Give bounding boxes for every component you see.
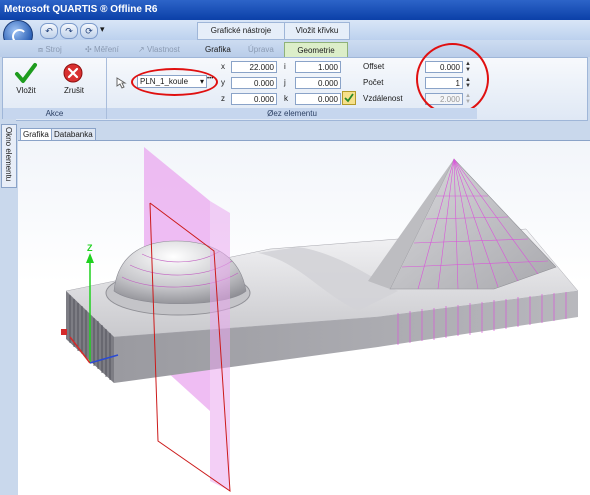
cancel-icon xyxy=(63,63,83,83)
graphics-viewport[interactable]: Z xyxy=(18,140,590,495)
property-icon: ↗ xyxy=(138,45,147,54)
apply-vector-icon[interactable] xyxy=(342,91,356,105)
element-window-tab[interactable]: Okno elementu xyxy=(1,124,17,188)
origin-marker xyxy=(61,329,67,335)
refresh-icon[interactable]: ⟳ xyxy=(80,23,98,39)
tab-edit[interactable]: Úprava xyxy=(248,42,274,57)
j-label: j xyxy=(284,78,286,87)
cad-model-view: Z xyxy=(61,147,579,493)
cancel-button[interactable]: Zrušit xyxy=(56,86,92,95)
i-label: i xyxy=(284,62,286,71)
group-label-actions: Akce xyxy=(3,108,106,119)
offset-label: Offset xyxy=(363,62,385,71)
group-label-section: Øez elementu xyxy=(107,108,477,119)
x-label: x xyxy=(221,62,225,71)
context-tab-graphic-tools[interactable]: Grafické nástroje xyxy=(197,22,285,40)
j-field[interactable]: 0.000 xyxy=(295,77,341,89)
annotation-ellipse-plane xyxy=(131,68,218,96)
redo-icon[interactable]: ↷ xyxy=(60,23,78,39)
x-field[interactable]: 22.000 xyxy=(231,61,277,73)
tab-geometry[interactable]: Geometrie xyxy=(284,42,348,58)
z-axis-arrow xyxy=(86,253,94,263)
window-title: Metrosoft QUARTIS ® Offline R6 xyxy=(4,4,158,15)
title-bar: Metrosoft QUARTIS ® Offline R6 xyxy=(0,0,590,20)
tab-measurement[interactable]: ✣ Měření xyxy=(85,42,119,57)
z-label: z xyxy=(221,94,225,103)
tab-property[interactable]: ↗ Vlastnost xyxy=(138,42,180,57)
distance-label: Vzdálenost xyxy=(363,94,403,103)
customize-quick-access-dropdown[interactable]: ▾ xyxy=(100,24,105,35)
tab-machine[interactable]: ⧈ Stroj xyxy=(38,42,62,57)
annotation-ellipse-offset xyxy=(416,43,489,115)
z-field[interactable]: 0.000 xyxy=(231,93,277,105)
pointer-hand-icon[interactable] xyxy=(114,76,128,90)
count-label: Počet xyxy=(363,78,384,87)
y-label: y xyxy=(221,78,225,87)
k-field[interactable]: 0.000 xyxy=(295,93,341,105)
k-label: k xyxy=(284,94,288,103)
tab-graphics[interactable]: Grafika xyxy=(205,42,231,57)
i-field[interactable]: 1.000 xyxy=(295,61,341,73)
y-field[interactable]: 0.000 xyxy=(231,77,277,89)
measure-icon: ✣ xyxy=(85,45,94,54)
undo-icon[interactable]: ↶ xyxy=(40,23,58,39)
z-axis-label: Z xyxy=(87,243,93,253)
checkmark-icon xyxy=(15,63,37,83)
insert-button[interactable]: Vložit xyxy=(8,86,44,95)
context-tab-insert-curve[interactable]: Vložit křivku xyxy=(284,22,350,40)
